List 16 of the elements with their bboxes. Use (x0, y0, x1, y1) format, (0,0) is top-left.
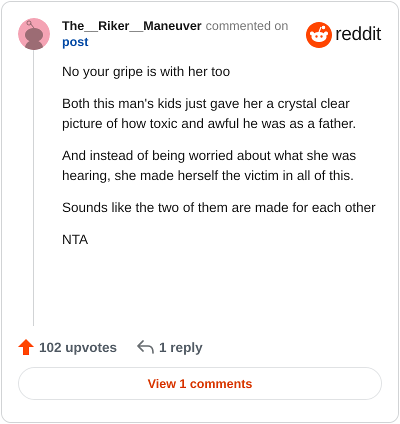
upvote-icon[interactable] (18, 339, 34, 355)
logo-text: reddit (335, 24, 381, 46)
comment-paragraph: Both this man's kids just gave her a crystal clear picture of how toxic and awful he was as a father. (62, 95, 358, 133)
view-comments-button[interactable]: View 1 comments (18, 367, 382, 400)
comment-paragraph: Sounds like the two of them are made for each other (62, 199, 377, 217)
reply-count: 1 reply (159, 340, 203, 354)
avatar-icon (18, 18, 50, 50)
action-text: commented on (206, 19, 288, 33)
post-link[interactable]: post (62, 34, 294, 50)
comment-paragraph: No your gripe is with her too (62, 63, 232, 81)
author-name[interactable]: The__Riker__Maneuver (62, 19, 202, 33)
comment-paragraph: NTA (62, 231, 89, 249)
reddit-logo-icon (306, 22, 332, 48)
upvote-count: 102 upvotes (39, 340, 118, 354)
reply-icon[interactable] (137, 340, 154, 354)
comment-paragraph: And instead of being worried about what she was hearing, she made herself the victim in all of this. (62, 147, 358, 185)
